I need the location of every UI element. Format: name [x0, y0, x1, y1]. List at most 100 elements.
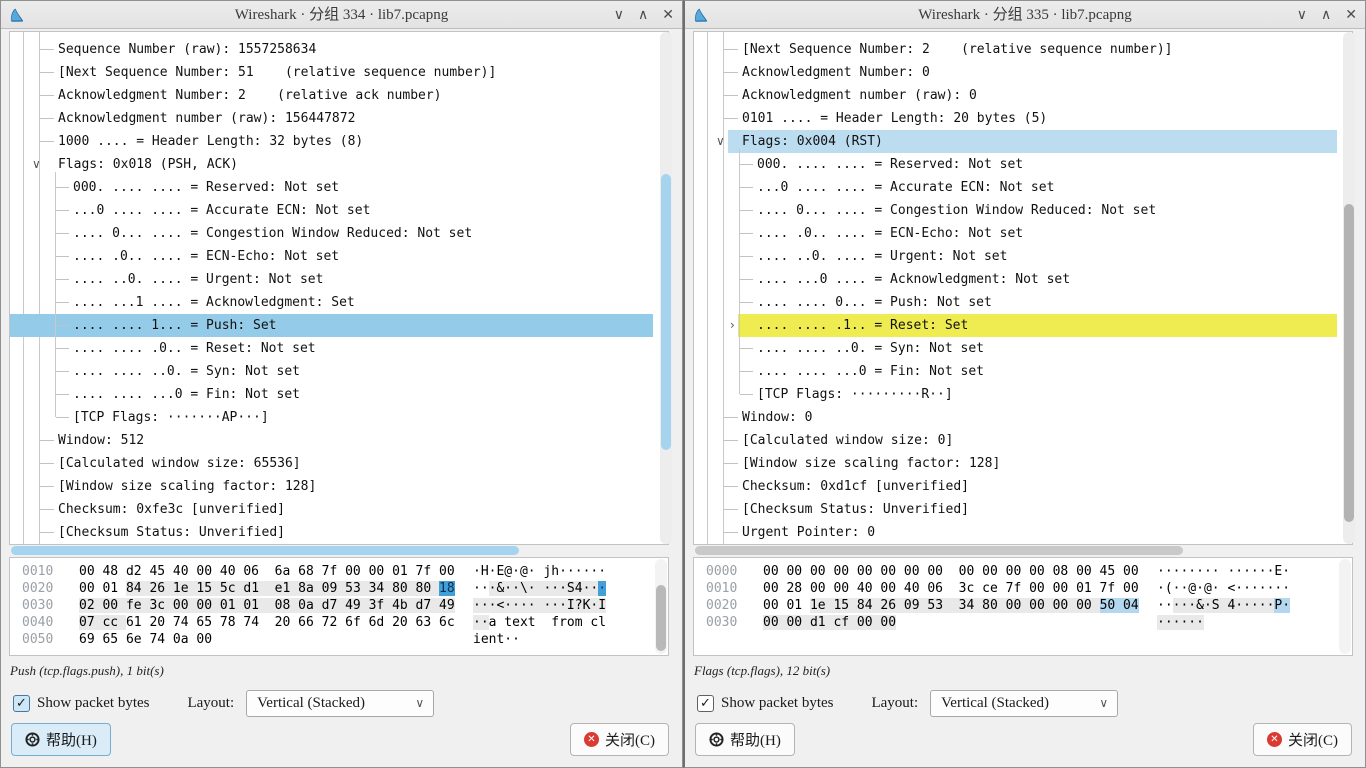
hex-offset: 0030 [22, 597, 62, 614]
tree-row[interactable]: .... ...0 .... = Acknowledgment: Not set [694, 268, 1337, 291]
hex-row[interactable]: 003000 00 d1 cf 00 00······ [706, 614, 1352, 631]
titlebar[interactable]: Wireshark · 分组 334 · lib7.pcapng ∨ ∧ ✕ [1, 1, 682, 29]
tree-row-label: .... .... .0.. = Reset: Not set [10, 337, 316, 360]
tree-row[interactable]: [Window size scaling factor: 128] [694, 452, 1337, 475]
tree-row[interactable]: [Next Sequence Number: 51 (relative sequ… [10, 61, 653, 84]
packet-detail-tree[interactable]: [Next Sequence Number: 2 (relative seque… [693, 31, 1353, 545]
tree-row[interactable]: Acknowledgment Number: 2 (relative ack n… [10, 84, 653, 107]
tree-row[interactable]: [Checksum Status: Unverified] [10, 521, 653, 544]
shade-window-icon[interactable]: ∨ [614, 7, 624, 23]
hex-offset: 0030 [706, 614, 746, 631]
help-button[interactable]: 帮助(H) [695, 723, 795, 756]
tree-row[interactable]: ...0 .... .... = Accurate ECN: Not set [10, 199, 653, 222]
shade-window-icon[interactable]: ∨ [1297, 7, 1307, 23]
hex-row[interactable]: 001000 28 00 00 40 00 40 06 3c ce 7f 00 … [706, 580, 1352, 597]
tree-row[interactable]: Sequence Number (raw): 1557258634 [10, 38, 653, 61]
hex-column: 02 00 fe 3c 00 00 01 01 08 0a d7 49 3f 4… [79, 597, 473, 614]
tree-row-label: .... .... ...0 = Fin: Not set [10, 383, 300, 406]
close-window-icon[interactable]: ✕ [1345, 7, 1357, 23]
tree-row-label: .... .... .1.. = Reset: Set [694, 314, 968, 337]
tree-row[interactable]: Acknowledgment number (raw): 156447872 [10, 107, 653, 130]
tree-row[interactable]: [TCP Flags: ·······AP···] [10, 406, 653, 429]
tree-row[interactable]: ∨Flags: 0x018 (PSH, ACK) [10, 153, 653, 176]
close-button[interactable]: ✕ 关闭(C) [570, 723, 669, 756]
tree-row[interactable]: .... .0.. .... = ECN-Echo: Not set [10, 245, 653, 268]
chevron-right-icon[interactable]: › [730, 314, 735, 337]
tree-row[interactable]: .... ...1 .... = Acknowledgment: Set [10, 291, 653, 314]
show-packet-bytes-checkbox[interactable]: ✓ [697, 695, 714, 712]
layout-dropdown[interactable]: Vertical (Stacked) ∨ [930, 690, 1118, 717]
tree-row[interactable]: .... .... ...0 = Fin: Not set [10, 383, 653, 406]
tree-row[interactable]: 1000 .... = Header Length: 32 bytes (8) [10, 130, 653, 153]
ascii-column: ·H·E@·@· jh······ [473, 563, 668, 580]
unshade-window-icon[interactable]: ∧ [638, 7, 648, 23]
tree-row[interactable]: Window: 0 [694, 406, 1337, 429]
chevron-down-icon[interactable]: ∨ [716, 130, 725, 153]
help-buoy-icon [709, 732, 724, 747]
tree-row[interactable]: [Checksum Status: Unverified] [694, 498, 1337, 521]
wireshark-packet-dialog-334: Wireshark · 分组 334 · lib7.pcapng ∨ ∧ ✕ S… [0, 0, 683, 768]
tree-row[interactable]: 000. .... .... = Reserved: Not set [694, 153, 1337, 176]
tree-vertical-scrollbar[interactable] [660, 32, 672, 544]
tree-row[interactable]: Window: 512 [10, 429, 653, 452]
tree-row[interactable]: .... .... 1... = Push: Set [10, 314, 653, 337]
tree-horizontal-scrollbar[interactable] [9, 546, 669, 555]
hex-offset: 0020 [706, 597, 746, 614]
tree-row[interactable]: .... .0.. .... = ECN-Echo: Not set [694, 222, 1337, 245]
packet-detail-tree[interactable]: Sequence Number (raw): 1557258634[Next S… [9, 31, 669, 545]
chevron-down-icon: ∨ [1099, 691, 1108, 716]
hex-row[interactable]: 002000 01 84 26 1e 15 5c d1 e1 8a 09 53 … [22, 580, 668, 597]
tree-row-label: 1000 .... = Header Length: 32 bytes (8) [10, 130, 363, 153]
hex-column: 00 00 d1 cf 00 00 [763, 614, 1157, 631]
hex-row[interactable]: 000000 00 00 00 00 00 00 00 00 00 00 00 … [706, 563, 1352, 580]
close-button[interactable]: ✕ 关闭(C) [1253, 723, 1352, 756]
hex-vertical-scrollbar[interactable] [1339, 559, 1351, 654]
layout-dropdown[interactable]: Vertical (Stacked) ∨ [246, 690, 434, 717]
tree-row[interactable]: [Calculated window size: 65536] [10, 452, 653, 475]
show-packet-bytes-checkbox[interactable]: ✓ [13, 695, 30, 712]
hex-row[interactable]: 004007 cc 61 20 74 65 78 74 20 66 72 6f … [22, 614, 668, 631]
tree-row[interactable]: Checksum: 0xfe3c [unverified] [10, 498, 653, 521]
tree-row[interactable]: .... 0... .... = Congestion Window Reduc… [10, 222, 653, 245]
tree-row[interactable]: [Calculated window size: 0] [694, 429, 1337, 452]
packet-bytes-pane[interactable]: 000000 00 00 00 00 00 00 00 00 00 00 00 … [693, 557, 1353, 656]
tree-row[interactable]: [TCP Flags: ·········R··] [694, 383, 1337, 406]
tree-row[interactable]: .... .... .0.. = Reset: Not set [10, 337, 653, 360]
tree-row[interactable]: .... 0... .... = Congestion Window Reduc… [694, 199, 1337, 222]
help-buoy-icon [25, 732, 40, 747]
packet-bytes-pane[interactable]: 001000 48 d2 45 40 00 40 06 6a 68 7f 00 … [9, 557, 669, 656]
hex-column: 00 48 d2 45 40 00 40 06 6a 68 7f 00 00 0… [79, 563, 473, 580]
tree-row[interactable]: 000. .... .... = Reserved: Not set [10, 176, 653, 199]
tree-row[interactable]: .... .... ..0. = Syn: Not set [694, 337, 1337, 360]
unshade-window-icon[interactable]: ∧ [1321, 7, 1331, 23]
hex-row[interactable]: 0030 02 00 fe 3c 00 00 01 01 08 0a d7 49 … [22, 597, 668, 614]
tree-row[interactable]: ...0 .... .... = Accurate ECN: Not set [694, 176, 1337, 199]
tree-row[interactable]: .... .... ..0. = Syn: Not set [10, 360, 653, 383]
titlebar[interactable]: Wireshark · 分组 335 · lib7.pcapng ∨ ∧ ✕ [685, 1, 1365, 29]
tree-row[interactable]: Urgent Pointer: 0 [694, 521, 1337, 544]
hex-row[interactable]: 001000 48 d2 45 40 00 40 06 6a 68 7f 00 … [22, 563, 668, 580]
tree-row[interactable]: [Window size scaling factor: 128] [10, 475, 653, 498]
tree-row-label: Checksum: 0xfe3c [unverified] [10, 498, 285, 521]
tree-row[interactable]: Acknowledgment Number: 0 [694, 61, 1337, 84]
tree-row-label: .... .... ..0. = Syn: Not set [694, 337, 984, 360]
hex-row[interactable]: 002000 01 1e 15 84 26 09 53 34 80 00 00 … [706, 597, 1352, 614]
tree-row[interactable]: .... .... ...0 = Fin: Not set [694, 360, 1337, 383]
tree-row[interactable]: 0101 .... = Header Length: 20 bytes (5) [694, 107, 1337, 130]
help-button[interactable]: 帮助(H) [11, 723, 111, 756]
hex-vertical-scrollbar[interactable] [655, 559, 667, 654]
tree-vertical-scrollbar[interactable] [1343, 32, 1355, 544]
tree-row[interactable]: .... ..0. .... = Urgent: Not set [10, 268, 653, 291]
tree-row[interactable]: Acknowledgment number (raw): 0 [694, 84, 1337, 107]
chevron-down-icon[interactable]: ∨ [32, 153, 41, 176]
tree-row[interactable]: [Next Sequence Number: 2 (relative seque… [694, 38, 1337, 61]
hex-row[interactable]: 005069 65 6e 74 0a 00ient·· [22, 631, 668, 648]
tree-row[interactable]: .... ..0. .... = Urgent: Not set [694, 245, 1337, 268]
tree-row[interactable]: ›.... .... .1.. = Reset: Set [694, 314, 1337, 337]
tree-row[interactable]: .... .... 0... = Push: Not set [694, 291, 1337, 314]
tree-row[interactable]: Checksum: 0xd1cf [unverified] [694, 475, 1337, 498]
close-window-icon[interactable]: ✕ [662, 7, 674, 23]
tree-row[interactable]: ∨Flags: 0x004 (RST) [694, 130, 1337, 153]
show-packet-bytes-label: Show packet bytes [37, 695, 149, 712]
tree-horizontal-scrollbar[interactable] [693, 546, 1353, 555]
